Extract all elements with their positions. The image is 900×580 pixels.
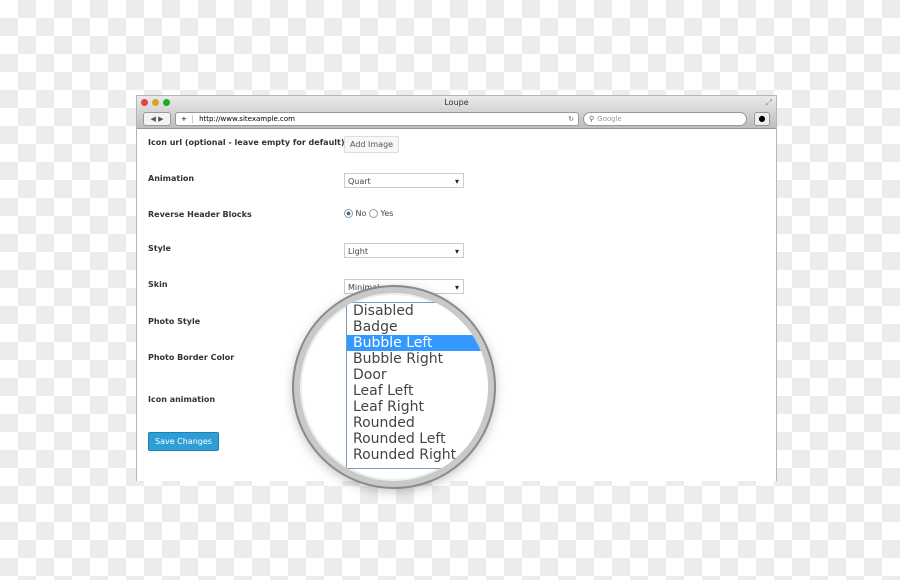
dropdown-option[interactable]: Leaf Left (347, 383, 488, 399)
address-bar[interactable]: + http://www.sitexample.com ↻ (175, 112, 579, 126)
style-select[interactable]: Light (344, 243, 464, 259)
radio-yes[interactable] (368, 209, 378, 218)
dropdown-option[interactable]: Bubble Right (347, 351, 488, 367)
reload-icon[interactable]: ↻ (568, 113, 574, 125)
fullscreen-icon[interactable]: ⤢ (766, 96, 772, 109)
photo-style-label: Photo Style (148, 317, 201, 326)
dropdown-option[interactable]: Rounded (347, 415, 488, 431)
dropdown-option[interactable]: Rounded Right (347, 447, 488, 463)
icon-url-label: Icon url (optional - leave empty for def… (148, 138, 345, 147)
skin-label: Skin (148, 280, 168, 289)
animation-select[interactable]: Quart (344, 173, 464, 189)
extension-button[interactable]: ● (754, 112, 770, 126)
dropdown-option[interactable]: Leaf Right (347, 399, 488, 415)
photo-border-label: Photo Border Color (148, 353, 235, 362)
zoom-icon[interactable] (163, 99, 170, 106)
search-field[interactable]: ⚲ Google (583, 112, 747, 126)
reverse-radio-group: No Yes (344, 209, 393, 218)
dropdown-option[interactable]: Disabled (347, 303, 488, 319)
reverse-header-label: Reverse Header Blocks (148, 210, 252, 219)
dropdown-option[interactable]: Door (347, 367, 488, 383)
close-icon[interactable] (141, 99, 148, 106)
add-image-button[interactable]: Add Image (344, 136, 400, 153)
search-placeholder: Google (597, 115, 622, 123)
search-icon: ⚲ (589, 115, 595, 123)
back-forward-buttons[interactable]: ◀ ▶ (143, 112, 171, 126)
toolbar: ◀ ▶ + http://www.sitexample.com ↻ ⚲ Googl… (137, 109, 776, 129)
minimize-icon[interactable] (152, 99, 159, 106)
photo-style-dropdown-list[interactable]: Disabled Badge Bubble Left Bubble Right Door… (346, 302, 488, 469)
add-tab-icon[interactable]: + (176, 115, 193, 123)
url-text: http://www.sitexample.com (199, 115, 295, 123)
style-label: Style (148, 244, 171, 253)
dropdown-option[interactable]: Badge (347, 319, 488, 335)
radio-yes-label: Yes (380, 209, 394, 218)
title-bar: Loupe ⤢ (137, 96, 776, 109)
window-title: Loupe (444, 98, 469, 107)
dropdown-option[interactable]: Bubble Left (347, 335, 488, 351)
dropdown-option[interactable]: Rounded Left (347, 431, 488, 447)
radio-no-label: No (355, 209, 367, 218)
magnifier-loupe: Disabled Badge Bubble Left Bubble Right Door… (294, 287, 494, 487)
icon-animation-label: Icon animation (148, 395, 216, 404)
animation-label: Animation (148, 174, 195, 183)
save-changes-button[interactable]: Save Changes (148, 432, 219, 451)
radio-no[interactable] (344, 209, 353, 218)
